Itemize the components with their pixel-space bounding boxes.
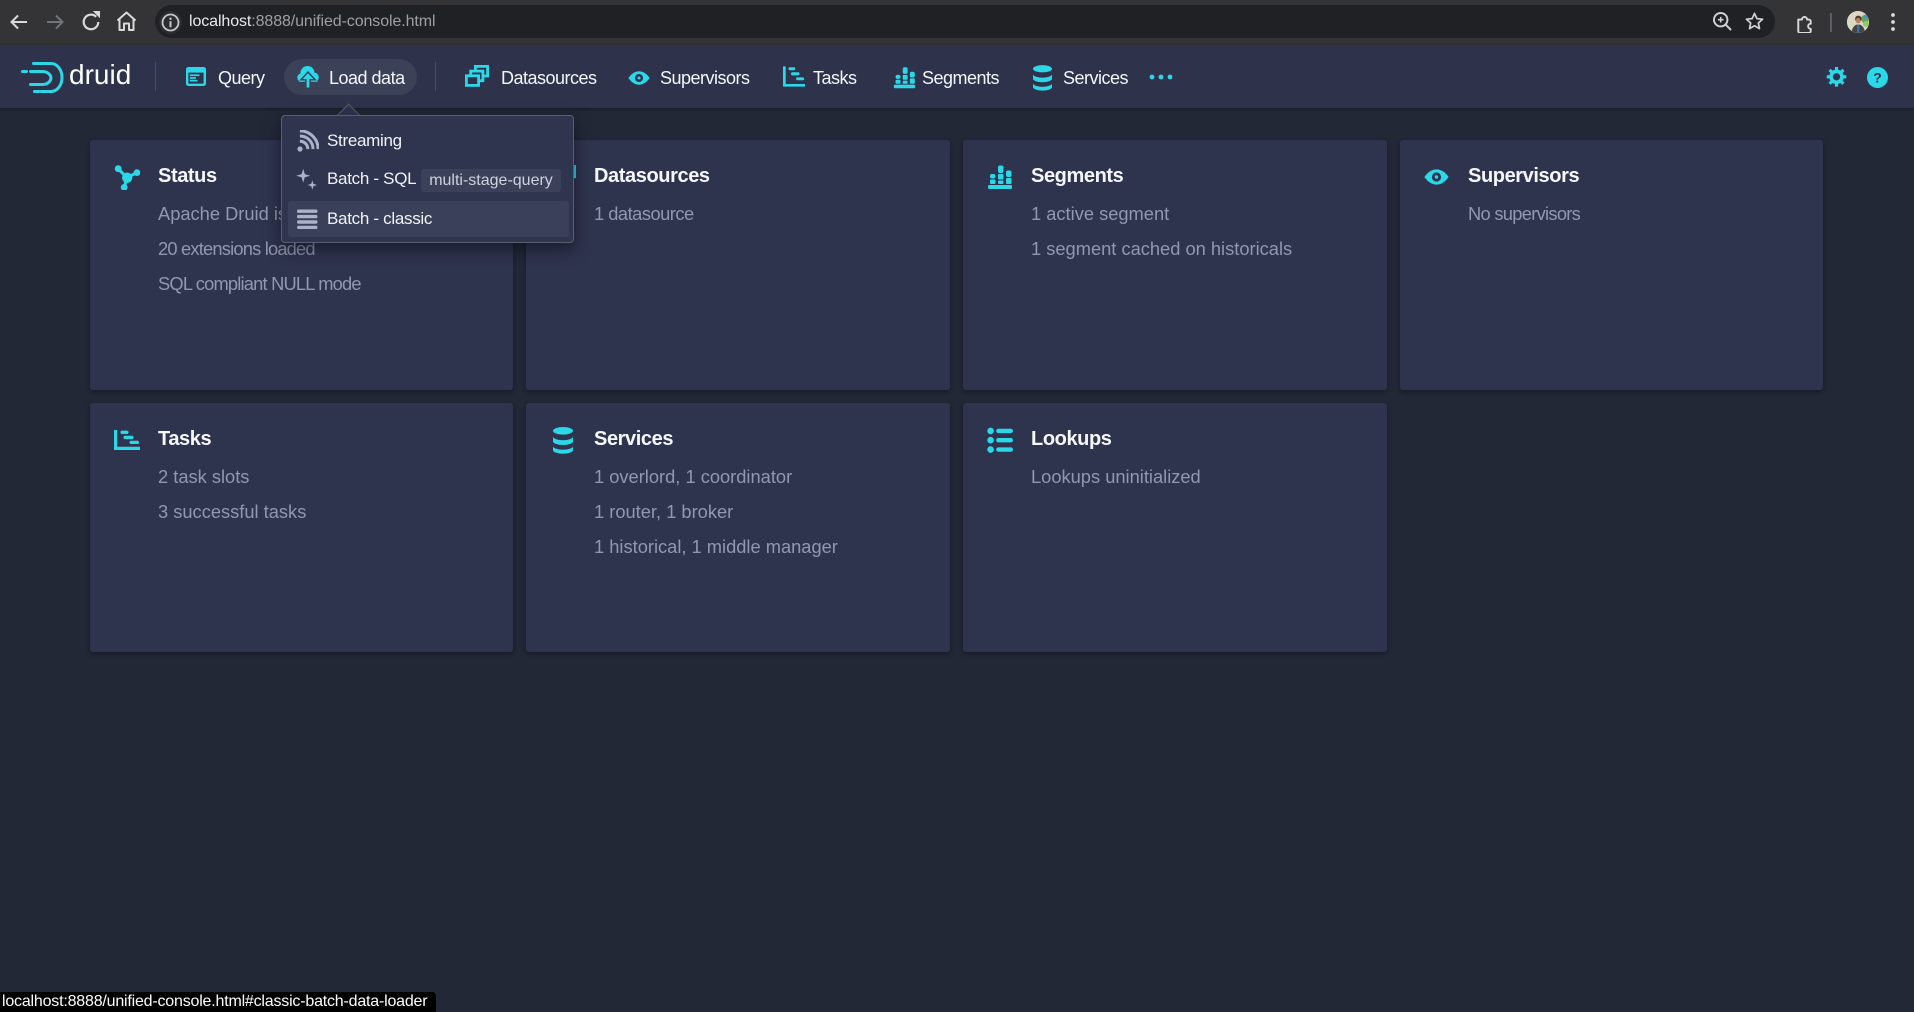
- svg-text:?: ?: [1873, 69, 1882, 85]
